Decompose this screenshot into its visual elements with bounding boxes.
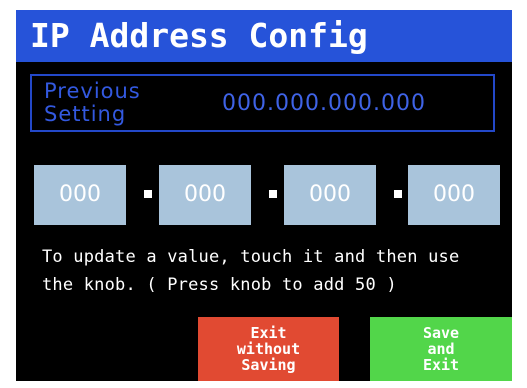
exit-without-saving-button[interactable]: Exit without Saving	[198, 317, 339, 381]
instruction-line-2: the knob. ( Press knob to add 50 )	[42, 275, 397, 295]
octet-2-field[interactable]: 000	[159, 165, 251, 225]
octet-separator-dot	[394, 190, 402, 198]
octet-separator-dot	[269, 190, 277, 198]
previous-setting-value: 000.000.000.000	[222, 91, 426, 116]
exit-button-line-3: Saving	[241, 356, 296, 374]
exit-button-line-2: without	[236, 340, 301, 358]
octet-4-field[interactable]: 000	[408, 165, 500, 225]
previous-setting-label-line1: Previous	[44, 79, 141, 103]
save-button-line-3: Exit	[422, 356, 460, 374]
exit-button-line-1: Exit	[250, 324, 287, 342]
save-button-line-1: Save	[422, 324, 460, 342]
octet-1-field[interactable]: 000	[34, 165, 126, 225]
octet-separator-dot	[144, 190, 152, 198]
previous-setting-label-line2: Setting	[44, 102, 127, 126]
title-bar: IP Address Config	[16, 10, 512, 62]
instruction-text: To update a value, touch it and then use…	[42, 243, 507, 299]
save-and-exit-button[interactable]: Save and Exit	[370, 317, 512, 381]
touch-screen: IP Address Config Previous Setting 000.0…	[16, 10, 512, 381]
previous-setting-panel: Previous Setting 000.000.000.000	[30, 74, 495, 132]
page-title: IP Address Config	[30, 16, 368, 55]
octet-3-field[interactable]: 000	[284, 165, 376, 225]
instruction-line-1: To update a value, touch it and then use	[42, 247, 460, 267]
save-button-line-2: and	[427, 340, 455, 358]
previous-setting-label: Previous Setting	[44, 80, 141, 126]
